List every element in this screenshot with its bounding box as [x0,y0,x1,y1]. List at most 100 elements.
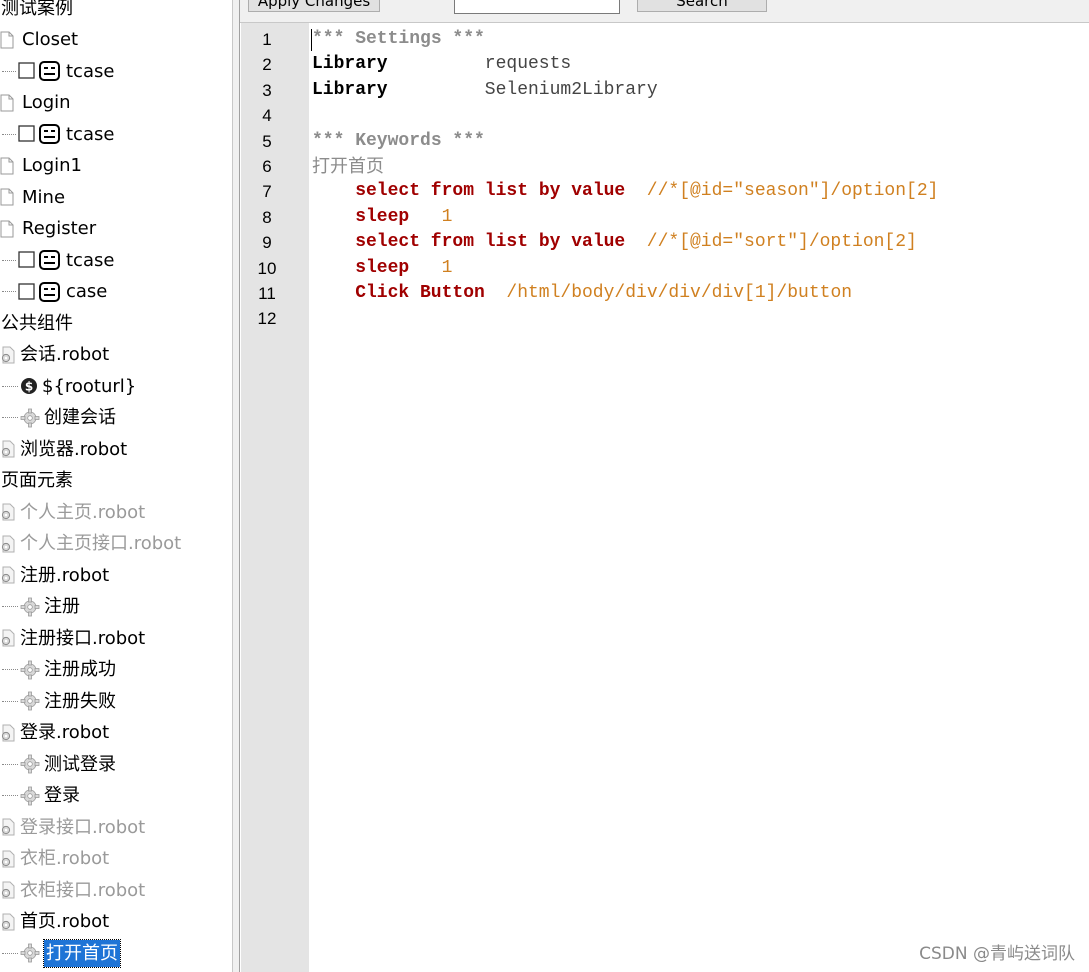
gear-file-icon [0,503,16,521]
tree-item[interactable]: 测试案例 [1,0,73,23]
tree-item[interactable]: 打开首页 [0,937,121,968]
gear-file-icon [0,346,16,364]
tree-item[interactable]: 注册接口.robot [0,622,145,653]
tree-item[interactable]: $ ${rooturl} [0,370,136,401]
gear-icon [20,943,40,963]
tree-item[interactable]: Login1 [0,150,82,181]
code-token-setting: Library [312,54,388,75]
tree-item-label: 浏览器.robot [20,438,128,460]
code-token-kw: sleep [355,257,410,278]
tree-item-label: 注册失败 [44,690,116,712]
search-input[interactable] [454,0,620,14]
tree-item[interactable]: 个人主页.robot [0,496,145,527]
tree-item[interactable]: Register [0,213,96,244]
code-token-kw: select from list by value [355,181,626,202]
tree-item[interactable]: 会话.robot [0,339,109,370]
tree-connector [2,700,18,702]
tree-item[interactable]: 登录.robot [0,717,109,748]
tree-item[interactable]: 登录接口.robot [0,811,145,842]
code-token-val: /html/body/div/div/div[1]/button [506,283,853,303]
tree-item[interactable]: 测试登录 [0,748,116,779]
line-number: 5 [262,131,272,151]
tree-connector [2,133,16,135]
svg-text:$: $ [25,380,33,394]
tree-item[interactable]: tcase [0,118,114,149]
panel-splitter[interactable] [232,0,240,972]
tree-connector [2,259,16,261]
line-number: 4 [262,106,272,126]
tree-item-label: 注册.robot [20,564,110,586]
line-number-gutter: 1 2 3 4 5 6 7 8 9 10 11 12 [241,23,309,972]
tree-item[interactable]: 注册成功 [0,654,116,685]
gear-file-icon [0,566,16,584]
code-token-kwname: 打开首页 [312,156,384,177]
tree-item-label: 注册接口.robot [20,627,146,649]
tree-item[interactable]: 注册 [0,591,80,622]
gear-file-icon [0,535,16,553]
tree-connector [2,795,18,796]
code-token-kw: sleep [355,206,410,227]
tree-connector [2,669,18,670]
watermark: CSDN @青屿送词队 [919,944,1075,964]
code-editor[interactable]: *** Settings *** Library requests Library Se… [309,23,1089,972]
tree-item-label: 测试登录 [44,753,116,775]
tree-item-label: 测试案例 [1,0,73,19]
line-number: 7 [262,182,272,202]
code-token-arg: requests [484,54,572,75]
tree-item[interactable]: Login [0,87,71,118]
code-token-val: //*[@id="season"]/option[2] [646,181,939,202]
tree-item[interactable]: 公共组件 [1,307,73,338]
line-number: 6 [262,157,272,176]
robot-icon [18,281,62,302]
tree-item[interactable]: tcase [0,244,114,275]
tree-item[interactable]: 首页.robot [0,906,109,937]
line-number: 10 [257,258,277,278]
apply-changes-button[interactable]: Apply Changes [248,0,380,12]
tree-item-label: tcase [66,123,115,145]
gear-file-icon [0,440,16,458]
tree-item[interactable]: tcase [0,55,114,86]
code-token-comment: *** Keywords *** [312,130,485,151]
tree-item-label: 个人主页接口.robot [20,533,182,554]
tree-item[interactable]: Closet [0,24,78,55]
search-button[interactable]: Search [637,0,767,12]
page-icon [0,94,14,112]
ride-editor-window: 测试案例 Closet tcase Login tcase Login1 Mine Regis… [0,0,1089,972]
tree-item[interactable]: 浏览器.robot [0,433,127,464]
gear-file-icon [0,913,16,931]
tree-item[interactable]: 衣柜接口.robot [0,874,145,905]
code-token-val: 1 [441,257,453,278]
tree-item[interactable]: Mine [0,181,65,212]
tree-item-label: 登录.robot [20,722,110,743]
tree-item-label: 会话.robot [20,344,110,365]
tree-item-label: Login1 [22,155,83,176]
tree-item[interactable]: case [0,276,107,307]
gear-icon [20,660,40,680]
tree-item[interactable]: 注册失败 [0,685,116,716]
tree-item[interactable]: 衣柜.robot [0,843,109,874]
tree-item[interactable]: 登录 [0,780,80,811]
line-number: 11 [258,284,276,303]
tree-item[interactable]: 注册.robot [0,559,109,590]
gear-file-icon [0,850,16,868]
dollar-icon: $ [20,377,38,395]
gear-file-icon [0,818,16,836]
tree-item[interactable]: 页面元素 [1,465,73,496]
page-icon [0,220,14,238]
tree-item-label: tcase [66,249,115,271]
tree-connector [2,606,18,607]
tree-connector [2,70,16,72]
gear-icon [20,754,40,774]
tree-item-label: 首页.robot [20,911,110,932]
code-token-kw: Click Button [355,283,485,303]
code-token-kw: select from list by value [355,232,626,253]
page-icon [0,31,14,49]
code-token-arg: Selenium2Library [484,79,658,100]
gear-file-icon [0,881,16,899]
tree-item[interactable]: 创建会话 [0,402,116,433]
robot-icon [18,61,62,81]
tree-item-label: Login [22,92,71,113]
tree-item[interactable]: 个人主页接口.robot [0,528,181,559]
tree-item-label: 登录 [44,785,80,806]
project-tree[interactable]: 测试案例 Closet tcase Login tcase Login1 Mine Regis… [0,0,232,972]
